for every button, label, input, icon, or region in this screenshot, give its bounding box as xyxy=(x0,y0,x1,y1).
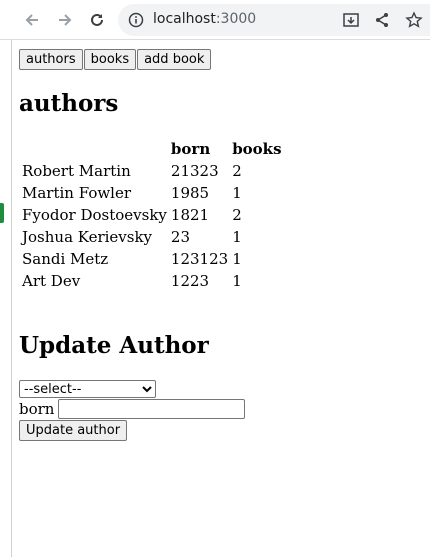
authors-button[interactable]: authors xyxy=(19,49,83,70)
top-nav: authors books add book xyxy=(19,49,212,70)
table-row: Sandi Metz 123123 1 xyxy=(21,249,283,269)
update-author-heading: Update Author xyxy=(19,332,209,359)
born-label: born xyxy=(19,400,55,418)
authors-heading: authors xyxy=(19,90,119,117)
author-born: 23 xyxy=(170,228,191,246)
column-header-born: born xyxy=(170,140,211,158)
author-select[interactable]: --select-- xyxy=(19,380,156,398)
author-name: Martin Fowler xyxy=(22,184,132,202)
author-books: 1 xyxy=(232,184,242,202)
site-info-icon[interactable] xyxy=(128,12,144,32)
table-row: Fyodor Dostoevsky 1821 2 xyxy=(21,205,283,225)
born-row: born xyxy=(19,399,246,419)
update-author-button[interactable]: Update author xyxy=(19,420,128,441)
author-born: 1223 xyxy=(170,272,210,290)
author-books: 2 xyxy=(232,206,242,224)
born-input[interactable] xyxy=(58,399,246,419)
author-books: 1 xyxy=(232,272,242,290)
page-content: authors books add book authors born book… xyxy=(19,40,430,557)
author-born: 1985 xyxy=(170,184,210,202)
column-header-books: books xyxy=(232,140,282,158)
add-book-button[interactable]: add book xyxy=(137,49,212,70)
table-header-row: born books xyxy=(21,139,283,159)
table-row: Art Dev 1223 1 xyxy=(21,271,283,291)
forward-arrow-icon[interactable] xyxy=(53,8,77,32)
table-row: Robert Martin 21323 2 xyxy=(21,161,283,181)
table-row: Martin Fowler 1985 1 xyxy=(21,183,283,203)
author-books: 2 xyxy=(232,162,242,180)
share-icon[interactable] xyxy=(372,10,392,30)
author-name: Sandi Metz xyxy=(22,250,109,268)
window-left-edge xyxy=(0,40,12,557)
author-name: Joshua Kerievsky xyxy=(22,228,153,246)
author-born: 21323 xyxy=(170,162,219,180)
author-books: 1 xyxy=(232,250,242,268)
install-app-icon[interactable] xyxy=(341,10,361,30)
browser-toolbar: localhost:3000 xyxy=(0,0,430,40)
author-name: Fyodor Dostoevsky xyxy=(22,206,167,224)
author-name: Art Dev xyxy=(22,272,81,290)
authors-table: born books Robert Martin 21323 2 Martin … xyxy=(19,137,285,293)
author-born: 123123 xyxy=(170,250,229,268)
author-name: Robert Martin xyxy=(22,162,131,180)
side-indicator xyxy=(0,203,4,223)
author-born: 1821 xyxy=(170,206,210,224)
column-header-name xyxy=(21,139,168,159)
author-books: 1 xyxy=(232,228,242,246)
bookmark-star-icon[interactable] xyxy=(404,10,424,30)
update-author-form: --select-- born Update author xyxy=(19,379,246,441)
books-button[interactable]: books xyxy=(83,49,137,70)
back-arrow-icon[interactable] xyxy=(20,8,44,32)
url-text: localhost:3000 xyxy=(153,11,257,27)
reload-icon[interactable] xyxy=(85,8,109,32)
table-row: Joshua Kerievsky 23 1 xyxy=(21,227,283,247)
